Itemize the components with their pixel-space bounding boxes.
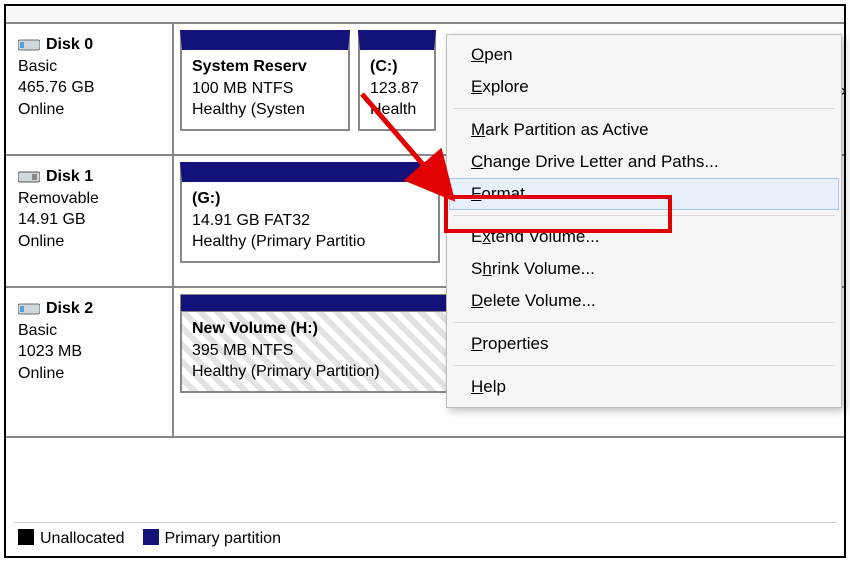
disk-size: 14.91 GB <box>18 209 164 231</box>
menu-help[interactable]: Help <box>449 371 839 403</box>
menu-separator <box>453 365 835 366</box>
disk-basic-icon <box>18 302 40 316</box>
partition-name: (C:) <box>370 56 424 78</box>
menu-format[interactable]: Format... <box>449 178 839 210</box>
menu-mark-active[interactable]: Mark Partition as Active <box>449 114 839 146</box>
menu-separator <box>453 215 835 216</box>
menu-change-letter[interactable]: Change Drive Letter and Paths... <box>449 146 839 178</box>
disk-type: Basic <box>18 320 164 342</box>
disk-name: Disk 1 <box>46 166 93 188</box>
swatch-navy <box>143 529 159 545</box>
partition-name: System Reserv <box>192 56 338 78</box>
disk-info-panel: Disk 2 Basic 1023 MB Online <box>6 288 174 436</box>
partition-c[interactable]: (C:) 123.87 Health <box>358 30 436 131</box>
legend-label: Unallocated <box>40 530 125 547</box>
disk-size: 465.76 GB <box>18 77 164 99</box>
disk-removable-icon <box>18 170 40 184</box>
menu-shrink[interactable]: Shrink Volume... <box>449 253 839 285</box>
partition-health: Health <box>370 99 424 121</box>
partition-system-reserved[interactable]: System Reserv 100 MB NTFS Healthy (Syste… <box>180 30 350 131</box>
menu-explore[interactable]: Explore <box>449 71 839 103</box>
disk-basic-icon <box>18 38 40 52</box>
disk-status: Online <box>18 363 164 385</box>
disk-info-panel: Disk 1 Removable 14.91 GB Online <box>6 156 174 286</box>
menu-open[interactable]: Open <box>449 39 839 71</box>
disk-status: Online <box>18 231 164 253</box>
legend: Unallocated Primary partition <box>14 522 836 554</box>
partition-health: Healthy (Systen <box>192 99 338 121</box>
menu-separator <box>453 108 835 109</box>
legend-primary: Primary partition <box>143 529 281 548</box>
context-menu: Open Explore Mark Partition as Active Ch… <box>446 34 842 408</box>
menu-extend[interactable]: Extend Volume... <box>449 221 839 253</box>
disk-type: Removable <box>18 188 164 210</box>
menu-properties[interactable]: Properties <box>449 328 839 360</box>
partition-health: Healthy (Primary Partitio <box>192 231 428 253</box>
legend-label: Primary partition <box>165 530 281 547</box>
disk-name: Disk 2 <box>46 298 93 320</box>
disk-name: Disk 0 <box>46 34 93 56</box>
disk-status: Online <box>18 99 164 121</box>
menu-delete[interactable]: Delete Volume... <box>449 285 839 317</box>
disk-type: Basic <box>18 56 164 78</box>
swatch-black <box>18 529 34 545</box>
disk-info-panel: Disk 0 Basic 465.76 GB Online <box>6 24 174 154</box>
disk-size: 1023 MB <box>18 341 164 363</box>
menu-separator <box>453 322 835 323</box>
partition-detail: 123.87 <box>370 78 424 100</box>
disk-management-window: Disk 0 Basic 465.76 GB Online System Res… <box>4 4 846 558</box>
legend-unallocated: Unallocated <box>18 529 125 548</box>
top-spacer <box>6 6 844 24</box>
partition-detail: 14.91 GB FAT32 <box>192 210 428 232</box>
partition-detail: 100 MB NTFS <box>192 78 338 100</box>
partition-name: (G:) <box>192 188 428 210</box>
partition-g[interactable]: (G:) 14.91 GB FAT32 Healthy (Primary Par… <box>180 162 440 263</box>
